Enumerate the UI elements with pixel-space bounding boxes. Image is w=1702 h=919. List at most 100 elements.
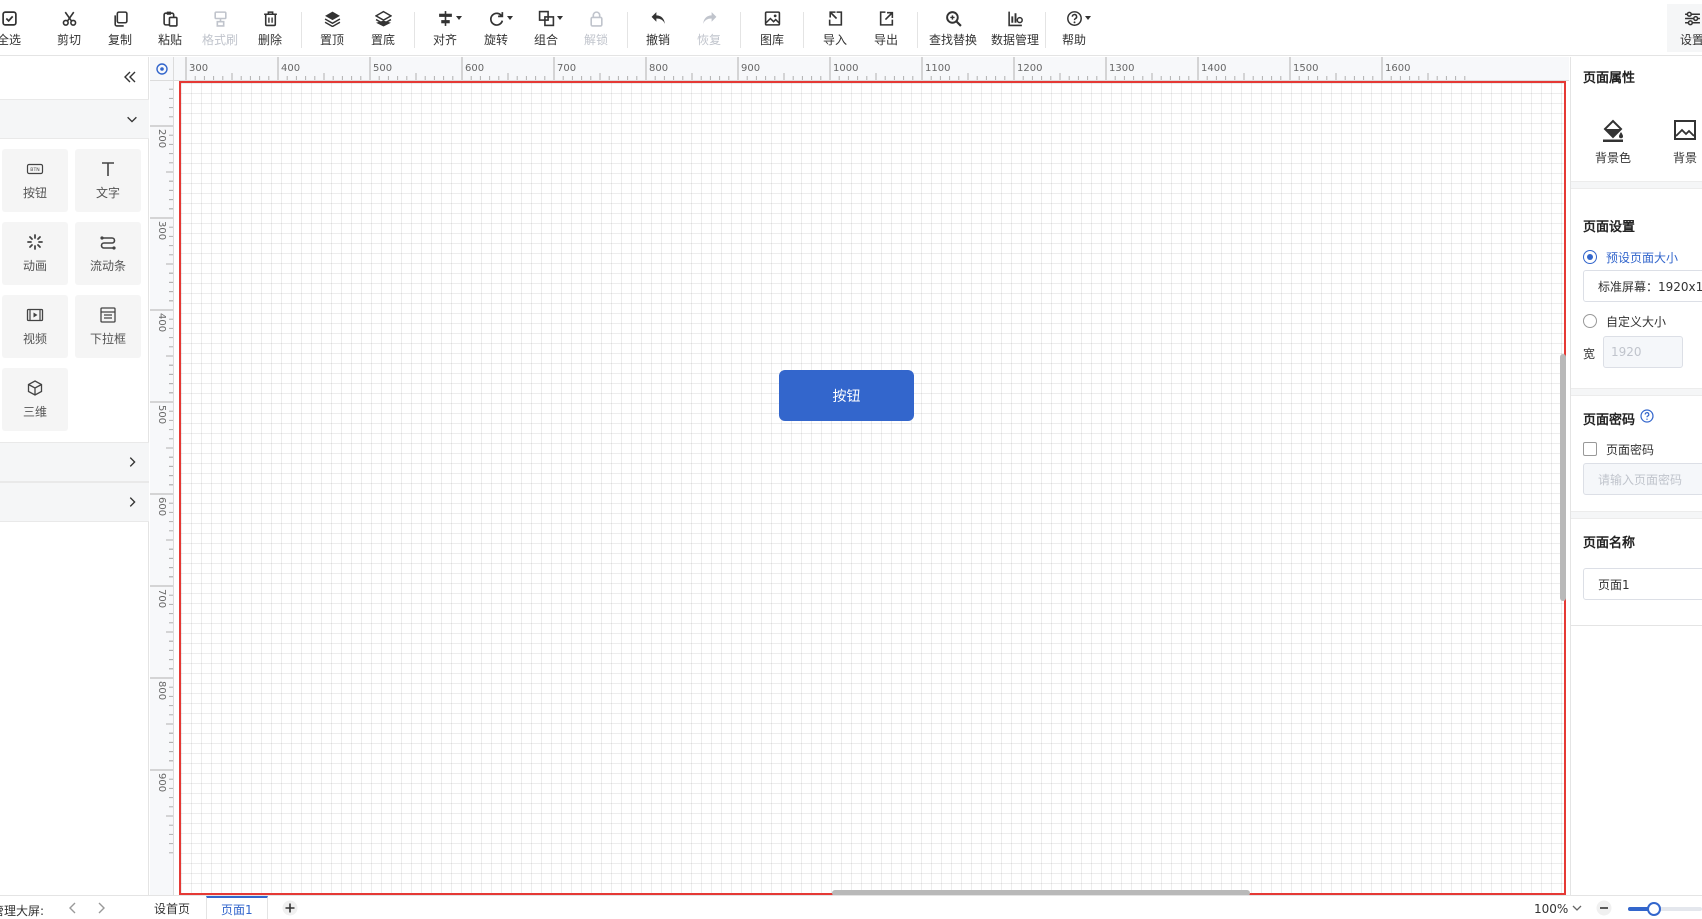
- width-label: 宽: [1583, 347, 1596, 361]
- rotate-button[interactable]: 旋转: [471, 8, 521, 52]
- help-icon[interactable]: [1640, 409, 1654, 423]
- cube-icon: [27, 380, 43, 396]
- ruler-tick-label: 400: [156, 313, 167, 332]
- group-label: 组合: [533, 33, 558, 47]
- component-animation[interactable]: 动画: [2, 222, 68, 285]
- search-replace-label: 查找替换: [928, 33, 977, 47]
- ruler-tick-label: 1300: [1109, 63, 1134, 74]
- custom-size-radio[interactable]: [1583, 314, 1597, 328]
- component-label: 三维: [22, 405, 47, 419]
- data-manage-button[interactable]: 数据管理: [985, 8, 1045, 52]
- help-button[interactable]: 帮助: [1049, 8, 1099, 52]
- component-group-basic-header[interactable]: [0, 99, 149, 139]
- properties-panel: 页面属性 背景色 背景 页面设置 预设页面大小 标准屏幕：1920x10 自定义…: [1570, 57, 1702, 895]
- chevron-left-icon[interactable]: [66, 901, 80, 915]
- format-brush-button[interactable]: 格式刷: [195, 8, 245, 52]
- send-to-bottom-button[interactable]: 置底: [358, 8, 408, 52]
- ruler-tick-label: 1200: [1017, 63, 1042, 74]
- component-label: 视频: [22, 332, 47, 346]
- password-checkbox[interactable]: [1583, 442, 1597, 456]
- group-button[interactable]: 组合: [521, 8, 571, 52]
- copy-button[interactable]: 复制: [95, 8, 145, 52]
- zoom-out-icon[interactable]: [1596, 900, 1612, 916]
- bottom-status-bar: 管理大屏: 设首页 页面1 100%: [0, 895, 1702, 919]
- collapse-panel-button[interactable]: [120, 67, 140, 87]
- zoom-value[interactable]: 100%: [1534, 902, 1568, 916]
- undo-button[interactable]: 撤销: [633, 8, 683, 52]
- component-label: 动画: [22, 259, 47, 273]
- import-button[interactable]: 导入: [810, 8, 860, 52]
- page-tab-label: 页面1: [221, 902, 253, 917]
- data-manage-icon: [1005, 8, 1025, 28]
- component-dropdown[interactable]: 下拉框: [75, 295, 141, 358]
- dropdown-icon: [100, 307, 116, 323]
- component-label: 流动条: [89, 259, 126, 273]
- chevron-down-icon[interactable]: [1570, 901, 1584, 915]
- align-button[interactable]: 对齐: [420, 8, 470, 52]
- unlock-button[interactable]: 解锁: [571, 8, 621, 52]
- bg-color-button[interactable]: 背景色: [1588, 117, 1638, 166]
- delete-label: 删除: [257, 33, 282, 47]
- settings-button[interactable]: 设置: [1667, 4, 1702, 52]
- vertical-scrollbar[interactable]: [1560, 354, 1566, 601]
- width-input[interactable]: 1920: [1603, 336, 1683, 368]
- add-page-icon[interactable]: [282, 900, 298, 916]
- search-replace-icon: [943, 8, 963, 28]
- zoom-slider-thumb[interactable]: [1646, 902, 1661, 916]
- paste-button[interactable]: 粘贴: [145, 8, 195, 52]
- password-title: 页面密码: [1583, 413, 1636, 428]
- component-3d[interactable]: 三维: [2, 368, 68, 431]
- bring-to-top-button[interactable]: 置顶: [307, 8, 357, 52]
- bg-image-button[interactable]: 背景: [1660, 117, 1702, 166]
- target-icon: [156, 63, 168, 75]
- component-video[interactable]: 视频: [2, 295, 68, 358]
- video-icon: [26, 308, 44, 322]
- toolbar-separator: [414, 12, 415, 48]
- ruler-tick-label: 700: [156, 589, 167, 608]
- toolbar-separator: [740, 12, 741, 48]
- horizontal-ruler: 300 400 500 600 700 800 900 1000 1100 1200 1300 140…: [174, 57, 1569, 81]
- tab-page-1[interactable]: 页面1: [206, 896, 268, 919]
- canvas-button-widget[interactable]: 按钮: [779, 370, 914, 421]
- export-button[interactable]: 导出: [861, 8, 911, 52]
- ruler-tick-label: 700: [557, 63, 576, 74]
- delete-button[interactable]: 删除: [245, 8, 295, 52]
- component-label: 文字: [95, 186, 120, 200]
- ruler-tick-label: 900: [156, 773, 167, 792]
- chevron-down-icon: [1085, 16, 1091, 20]
- ruler-tick-label: 400: [281, 63, 300, 74]
- scissors-icon: [59, 8, 79, 28]
- preset-size-select[interactable]: 标准屏幕：1920x10: [1583, 270, 1702, 302]
- preset-size-radio[interactable]: [1583, 250, 1597, 264]
- component-button[interactable]: BTN 按钮: [2, 149, 68, 212]
- ruler-tick-label: 800: [649, 63, 668, 74]
- copy-label: 复制: [107, 33, 132, 47]
- component-group-header[interactable]: [0, 482, 149, 522]
- search-replace-button[interactable]: 查找替换: [923, 8, 983, 52]
- image-icon: [1674, 120, 1696, 140]
- page-props-title: 页面属性: [1583, 71, 1636, 86]
- editor-canvas[interactable]: 按钮: [174, 81, 1569, 895]
- canvas-page[interactable]: 按钮: [179, 81, 1566, 895]
- text-icon: [102, 162, 114, 176]
- bring-to-top-label: 置顶: [319, 33, 344, 47]
- page-name-input[interactable]: 页面1: [1583, 568, 1702, 600]
- redo-icon: [699, 8, 719, 28]
- help-icon: [1064, 8, 1091, 28]
- btn-icon-text: BTN: [30, 167, 39, 173]
- component-text[interactable]: 文字: [75, 149, 141, 212]
- gallery-button[interactable]: 图库: [747, 8, 797, 52]
- ruler-corner[interactable]: [150, 57, 174, 81]
- chevron-right-icon[interactable]: [94, 901, 108, 915]
- redo-button[interactable]: 恢复: [684, 8, 734, 52]
- import-icon: [825, 8, 845, 28]
- tab-home-page[interactable]: 设首页: [140, 896, 204, 919]
- password-placeholder: 请输入页面密码: [1598, 472, 1683, 487]
- cut-button[interactable]: 剪切: [44, 8, 94, 52]
- password-input[interactable]: 请输入页面密码: [1583, 463, 1702, 495]
- component-flow-bar[interactable]: 流动条: [75, 222, 141, 285]
- select-all-button[interactable]: 全选: [0, 8, 34, 52]
- component-group-header[interactable]: [0, 442, 149, 482]
- ruler-tick-label: 1000: [833, 63, 858, 74]
- zoom-slider[interactable]: [1628, 902, 1702, 916]
